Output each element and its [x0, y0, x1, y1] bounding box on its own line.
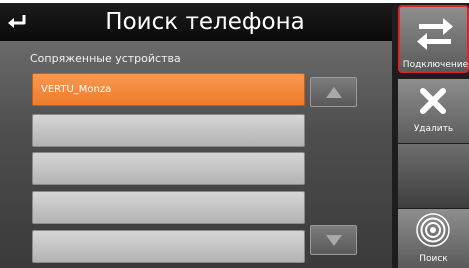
device-row-1[interactable]: VERTU_Monza	[32, 73, 305, 106]
connect-button[interactable]: Подключение	[398, 5, 469, 73]
signal-waves-icon	[416, 213, 450, 247]
connect-button-label: Подключение	[402, 60, 469, 70]
main-content: Сопряженные устройства VERTU_Monza	[0, 41, 392, 268]
scroll-up-button[interactable]	[310, 77, 357, 107]
back-button[interactable]	[4, 9, 30, 35]
title-bar: Поиск телефона	[0, 3, 392, 41]
swap-arrows-icon	[417, 18, 453, 50]
scroll-down-button[interactable]	[310, 225, 357, 255]
back-arrow-icon	[8, 15, 26, 28]
device-row-2[interactable]	[32, 114, 305, 147]
empty-side-button	[398, 144, 469, 208]
search-button[interactable]: Поиск	[398, 209, 469, 268]
triangle-down-icon	[325, 234, 342, 246]
delete-button[interactable]: Удалить	[398, 79, 469, 143]
delete-button-label: Удалить	[413, 124, 454, 134]
page-title: Поиск телефона	[105, 9, 305, 35]
side-panel: Подключение Удалить Поиск	[392, 3, 469, 268]
device-row-5[interactable]	[32, 230, 305, 263]
device-name: VERTU_Monza	[41, 84, 112, 95]
device-row-4[interactable]	[32, 191, 305, 224]
device-row-3[interactable]	[32, 152, 305, 185]
close-icon	[420, 88, 446, 114]
section-label: Сопряженные устройства	[30, 52, 181, 65]
search-button-label: Поиск	[419, 254, 448, 264]
triangle-up-icon	[325, 86, 342, 98]
